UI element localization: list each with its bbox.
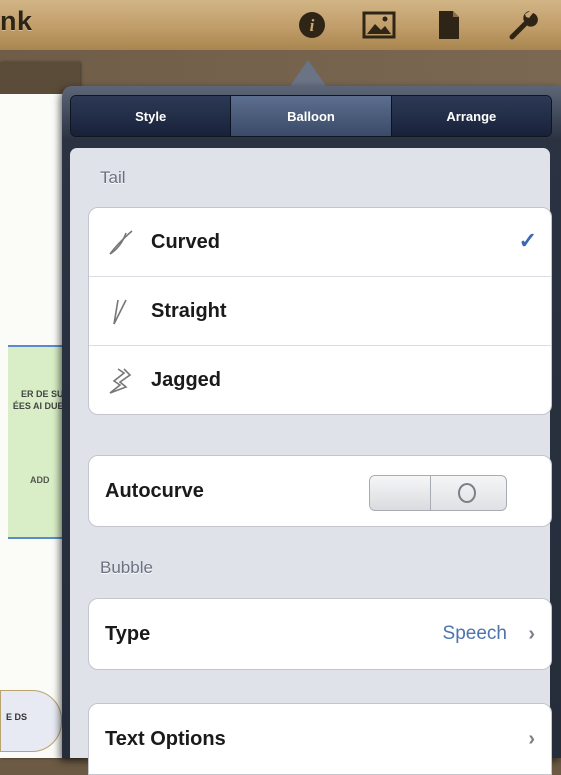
tab-arrange[interactable]: Arrange	[391, 96, 551, 136]
autocurve-toggle[interactable]	[369, 475, 507, 511]
tab-balloon[interactable]: Balloon	[231, 96, 392, 136]
small-balloon-text: E DS	[6, 712, 28, 722]
chevron-right-icon: ›	[528, 622, 535, 645]
section-label-tail: Tail	[100, 168, 126, 187]
popover-arrow	[290, 60, 326, 86]
section-label-bubble: Bubble	[100, 558, 153, 577]
tab-style[interactable]: Style	[71, 96, 232, 136]
wrench-icon[interactable]	[500, 4, 544, 46]
toggle-knob	[370, 476, 431, 510]
info-icon[interactable]: i	[290, 4, 334, 46]
text-options-label: Text Options	[105, 727, 226, 750]
bubble-type-row[interactable]: Type Speech ›	[89, 599, 551, 669]
top-toolbar: nk i	[0, 0, 561, 50]
checkmark-icon: ✓	[518, 228, 537, 253]
text-options-row[interactable]: Text Options ›	[89, 704, 551, 774]
jagged-tail-icon	[103, 362, 139, 398]
tail-option-jagged[interactable]: Jagged	[89, 346, 551, 414]
balloon-text: ER DE SUR ÉES AI DUER A	[12, 389, 70, 423]
balloon-add-text: ADD	[30, 475, 50, 485]
type-value: Speech	[442, 623, 507, 644]
tail-option-curved[interactable]: Curved ✓	[89, 208, 551, 277]
document-icon[interactable]	[427, 4, 471, 46]
tail-option-straight[interactable]: Straight	[89, 277, 551, 346]
popover-tabs: Style Balloon Arrange	[70, 95, 552, 137]
chevron-right-icon: ›	[528, 727, 535, 750]
autocurve-label: Autocurve	[105, 479, 204, 502]
type-label: Type	[105, 622, 151, 645]
autocurve-row: Autocurve	[89, 456, 551, 526]
tail-option-label: Curved	[151, 230, 220, 253]
bubble-type-group: Type Speech ›	[88, 598, 552, 670]
document-title: nk	[0, 6, 33, 36]
curved-tail-icon	[103, 224, 139, 260]
toggle-off-indicator	[458, 483, 476, 503]
tail-option-label: Straight	[151, 299, 227, 322]
autocurve-group: Autocurve	[88, 455, 552, 527]
speech-balloon[interactable]	[8, 345, 70, 539]
image-icon[interactable]	[357, 4, 401, 46]
tail-options-group: Curved ✓ Straight Jagged	[88, 207, 552, 415]
text-options-group: Text Options ›	[88, 703, 552, 775]
tail-option-label: Jagged	[151, 368, 222, 391]
svg-text:i: i	[310, 16, 315, 35]
straight-tail-icon	[103, 293, 139, 329]
